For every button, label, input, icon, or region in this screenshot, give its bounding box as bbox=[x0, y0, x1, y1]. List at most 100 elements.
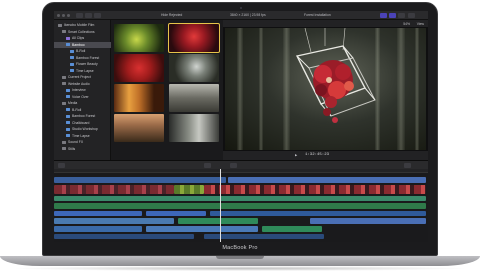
sidebar-item-label: Stills bbox=[68, 146, 76, 151]
share-button[interactable] bbox=[408, 13, 415, 18]
close-window-icon[interactable] bbox=[57, 14, 60, 17]
video-clip[interactable] bbox=[204, 185, 426, 194]
keyword-button[interactable] bbox=[85, 13, 92, 18]
sidebar-item[interactable]: Chalkboard bbox=[54, 120, 111, 126]
video-clip[interactable] bbox=[228, 177, 426, 183]
show-timeline-button[interactable] bbox=[389, 13, 396, 18]
keyword-icon bbox=[70, 49, 74, 53]
flower-cube-icon bbox=[295, 28, 376, 123]
import-button[interactable] bbox=[76, 13, 83, 18]
sidebar-item-label: All Clips bbox=[72, 36, 85, 40]
audio-clip[interactable] bbox=[54, 203, 426, 209]
connected-clip[interactable] bbox=[146, 226, 258, 232]
sidebar-item[interactable]: Voice Over bbox=[54, 94, 111, 100]
video-clip[interactable] bbox=[174, 185, 204, 194]
video-clip[interactable] bbox=[54, 177, 226, 183]
audio-clip[interactable] bbox=[262, 226, 322, 232]
tool-button[interactable] bbox=[204, 163, 211, 168]
sidebar-item-label: Bamboo Forest bbox=[76, 55, 100, 60]
keyword-icon bbox=[66, 121, 70, 124]
sidebar-item[interactable]: Bamboo Forest bbox=[54, 113, 111, 119]
zoom-level[interactable]: 54% bbox=[403, 22, 410, 26]
event-icon bbox=[62, 101, 66, 105]
connected-clip[interactable] bbox=[210, 211, 426, 216]
sidebar-item[interactable]: All Clips bbox=[54, 35, 111, 41]
timecode-display[interactable]: 1:32:45:23 bbox=[305, 153, 329, 157]
sidebar-item[interactable]: Media bbox=[54, 100, 111, 106]
sidebar-item[interactable]: Ikenobo Mobile Film bbox=[54, 22, 111, 28]
keyword-icon bbox=[66, 43, 70, 46]
snapping-button[interactable] bbox=[230, 163, 237, 168]
clip-thumbnail[interactable] bbox=[168, 23, 220, 53]
play-icon[interactable]: ▶ bbox=[295, 153, 297, 157]
keyword-icon bbox=[66, 88, 70, 92]
sidebar-item[interactable]: Website Audio bbox=[54, 81, 111, 87]
sidebar-item[interactable]: B-Roll bbox=[54, 48, 111, 54]
connected-clip[interactable] bbox=[310, 218, 426, 224]
clip-thumbnail[interactable] bbox=[114, 54, 164, 82]
clip-thumbnail[interactable] bbox=[169, 54, 219, 82]
viewer-footer: ▶ 1:32:45:23 bbox=[223, 151, 428, 160]
view-menu[interactable]: View bbox=[417, 22, 424, 26]
connected-clip[interactable] bbox=[54, 211, 142, 216]
show-library-button[interactable] bbox=[380, 13, 387, 18]
clip-thumbnail[interactable] bbox=[169, 84, 219, 112]
clip-thumbnail[interactable] bbox=[169, 114, 219, 142]
sidebar-item[interactable]: Interview bbox=[54, 87, 111, 93]
audio-clip[interactable] bbox=[54, 196, 426, 201]
folder-icon bbox=[62, 30, 66, 33]
keyword-icon bbox=[70, 56, 74, 59]
laptop-shadow bbox=[10, 266, 470, 271]
background-tasks-button[interactable] bbox=[94, 13, 101, 18]
laptop-notch bbox=[216, 256, 264, 259]
keyword-icon bbox=[66, 134, 70, 137]
sidebar-item-label: Website Audio bbox=[68, 81, 90, 86]
sidebar-item[interactable]: Bamboo Forest bbox=[54, 55, 111, 61]
sidebar-item-label: Time Lapse bbox=[76, 68, 94, 73]
sidebar-item[interactable]: Stills bbox=[54, 146, 111, 152]
sidebar-item[interactable]: Current Project bbox=[54, 74, 111, 80]
viewer-format: 3840 × 2160 | 23.98 fps bbox=[230, 13, 266, 17]
sidebar-item[interactable]: Time Lapse bbox=[54, 133, 111, 139]
zoom-window-icon[interactable] bbox=[67, 14, 70, 17]
clip-browser bbox=[111, 20, 223, 160]
clip-thumbnail[interactable] bbox=[114, 114, 164, 142]
app-toolbar: Hide Rejected 3840 × 2160 | 23.98 fps Fo… bbox=[54, 11, 428, 20]
sidebar-item[interactable]: Flower Beauty bbox=[54, 61, 111, 67]
viewer: 54% View ▶ 1:32:45:23 bbox=[223, 20, 428, 160]
timeline[interactable] bbox=[54, 169, 428, 242]
playhead[interactable] bbox=[220, 169, 221, 242]
browser-filter[interactable]: Hide Rejected bbox=[161, 13, 182, 17]
library-sidebar: Ikenobo Mobile Film Smart Collections All … bbox=[54, 20, 111, 160]
timeline-ruler[interactable] bbox=[54, 169, 428, 173]
sidebar-item-label: Voice Over bbox=[72, 94, 89, 99]
connected-clip[interactable] bbox=[54, 218, 174, 224]
connected-clip[interactable] bbox=[54, 234, 194, 239]
clip-thumbnail[interactable] bbox=[114, 84, 164, 112]
sidebar-item-label: Sound FX bbox=[68, 140, 84, 144]
sidebar-item-label: Media bbox=[68, 101, 78, 105]
video-clip[interactable] bbox=[54, 185, 174, 194]
connected-clip[interactable] bbox=[146, 211, 206, 216]
clip-appearance-button[interactable] bbox=[404, 163, 411, 168]
sidebar-item[interactable]: Bamboo bbox=[54, 41, 111, 48]
connected-clip[interactable] bbox=[54, 226, 142, 232]
sidebar-item[interactable]: Time Lapse bbox=[54, 68, 111, 74]
audio-clip[interactable] bbox=[178, 218, 258, 224]
sidebar-item-label: Time Lapse bbox=[72, 133, 90, 138]
minimize-window-icon[interactable] bbox=[62, 14, 65, 17]
laptop-lid: MacBook Pro Hide Rejected 3840 × 2160 | … bbox=[42, 2, 438, 256]
sidebar-item[interactable]: Smart Collections bbox=[54, 29, 111, 35]
keyword-icon bbox=[66, 95, 70, 98]
index-button[interactable] bbox=[58, 163, 65, 168]
sidebar-item-label: Chalkboard bbox=[72, 120, 90, 125]
sidebar-item[interactable]: B-Roll bbox=[54, 107, 111, 113]
keyword-icon bbox=[66, 127, 70, 131]
clip-thumbnail[interactable] bbox=[114, 24, 164, 52]
show-inspector-button[interactable] bbox=[398, 13, 405, 18]
keyword-icon bbox=[66, 108, 70, 111]
sidebar-item-label: Flower Beauty bbox=[76, 62, 98, 66]
sidebar-item[interactable]: Studio Workshop bbox=[54, 126, 111, 132]
sidebar-item[interactable]: Sound FX bbox=[54, 139, 111, 145]
connected-clip[interactable] bbox=[204, 234, 324, 239]
